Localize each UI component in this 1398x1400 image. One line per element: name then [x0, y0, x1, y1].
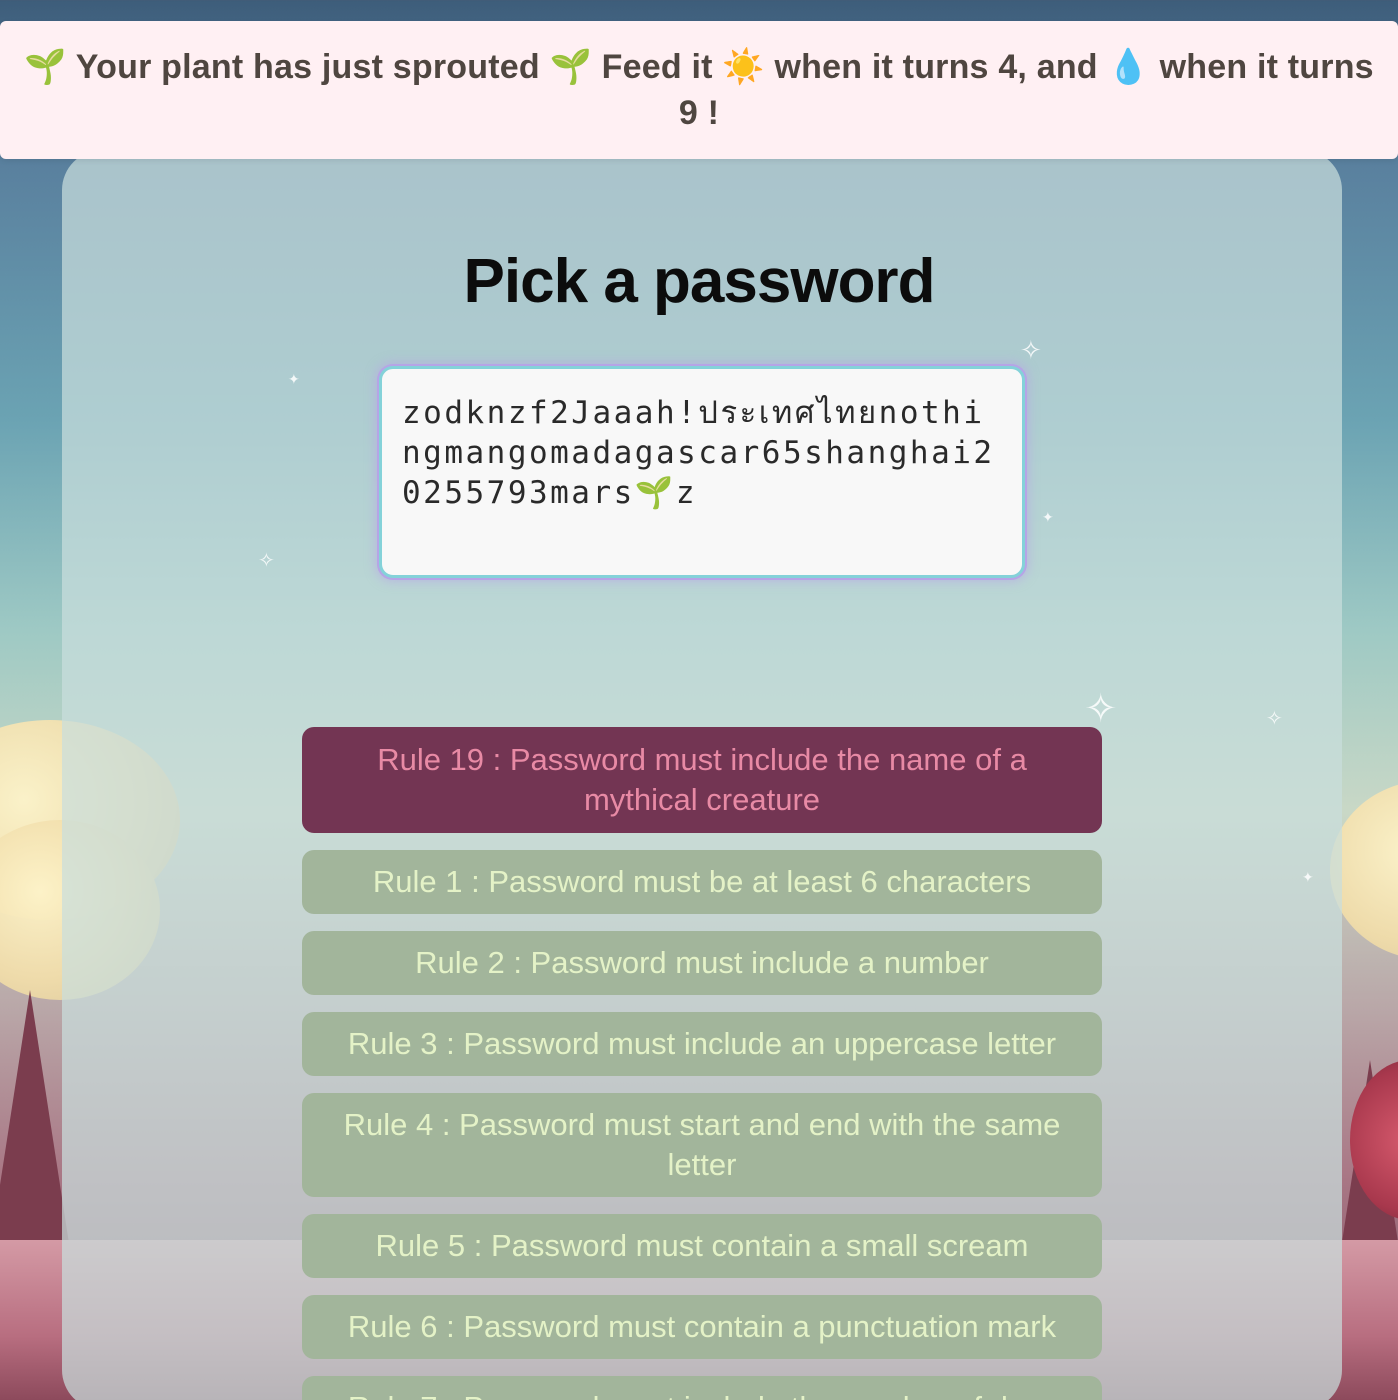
rule-item-passed: Rule 5 : Password must contain a small s… [302, 1214, 1102, 1278]
sprout-icon: 🌱 [549, 47, 593, 87]
sparkle-icon: ✧ [1020, 336, 1042, 366]
water-drop-icon: 💧 [1107, 47, 1150, 87]
rules-list: Rule 19 : Password must include the name… [302, 727, 1102, 1400]
banner-text-when-4: when it turns 4, and [774, 48, 1098, 86]
sparkle-icon: ✦ [1302, 870, 1314, 886]
rule-item-passed: Rule 1 : Password must be at least 6 cha… [302, 850, 1102, 914]
rule-item-passed: Rule 3 : Password must include an upperc… [302, 1012, 1102, 1076]
rule-item-failed: Rule 19 : Password must include the name… [302, 727, 1102, 833]
plant-status-message: 🌱 Your plant has just sprouted 🌱 Feed it… [20, 44, 1378, 136]
page-title: Pick a password [463, 247, 936, 316]
rule-item-passed: Rule 6 : Password must contain a punctua… [302, 1295, 1102, 1359]
sun-icon: ☀️ [722, 47, 765, 87]
banner-text-feed: Feed it [601, 48, 713, 86]
sparkle-icon: ✦ [288, 372, 300, 388]
background-tree [0, 990, 70, 1250]
sparkle-icon: ✧ [1084, 686, 1118, 732]
sparkle-icon: ✦ [1042, 510, 1054, 526]
sparkle-icon: ✧ [258, 548, 275, 572]
rule-item-passed: Rule 4 : Password must start and end wit… [302, 1093, 1102, 1197]
password-value[interactable]: zodknzf2Jaaah!ประเทศไทยnothingmangomadag… [402, 393, 1002, 513]
password-input[interactable]: zodknzf2Jaaah!ประเทศไทยnothingmangomadag… [379, 366, 1025, 578]
rule-item-passed: Rule 2 : Password must include a number [302, 931, 1102, 995]
banner-text-sprouted: Your plant has just sprouted [75, 48, 540, 86]
plant-status-banner: 🌱 Your plant has just sprouted 🌱 Feed it… [0, 21, 1398, 159]
sparkle-icon: ✧ [1266, 706, 1283, 730]
rule-item-passed: Rule 7 : Password must include the numbe… [302, 1376, 1102, 1400]
sprout-icon: 🌱 [24, 47, 67, 87]
